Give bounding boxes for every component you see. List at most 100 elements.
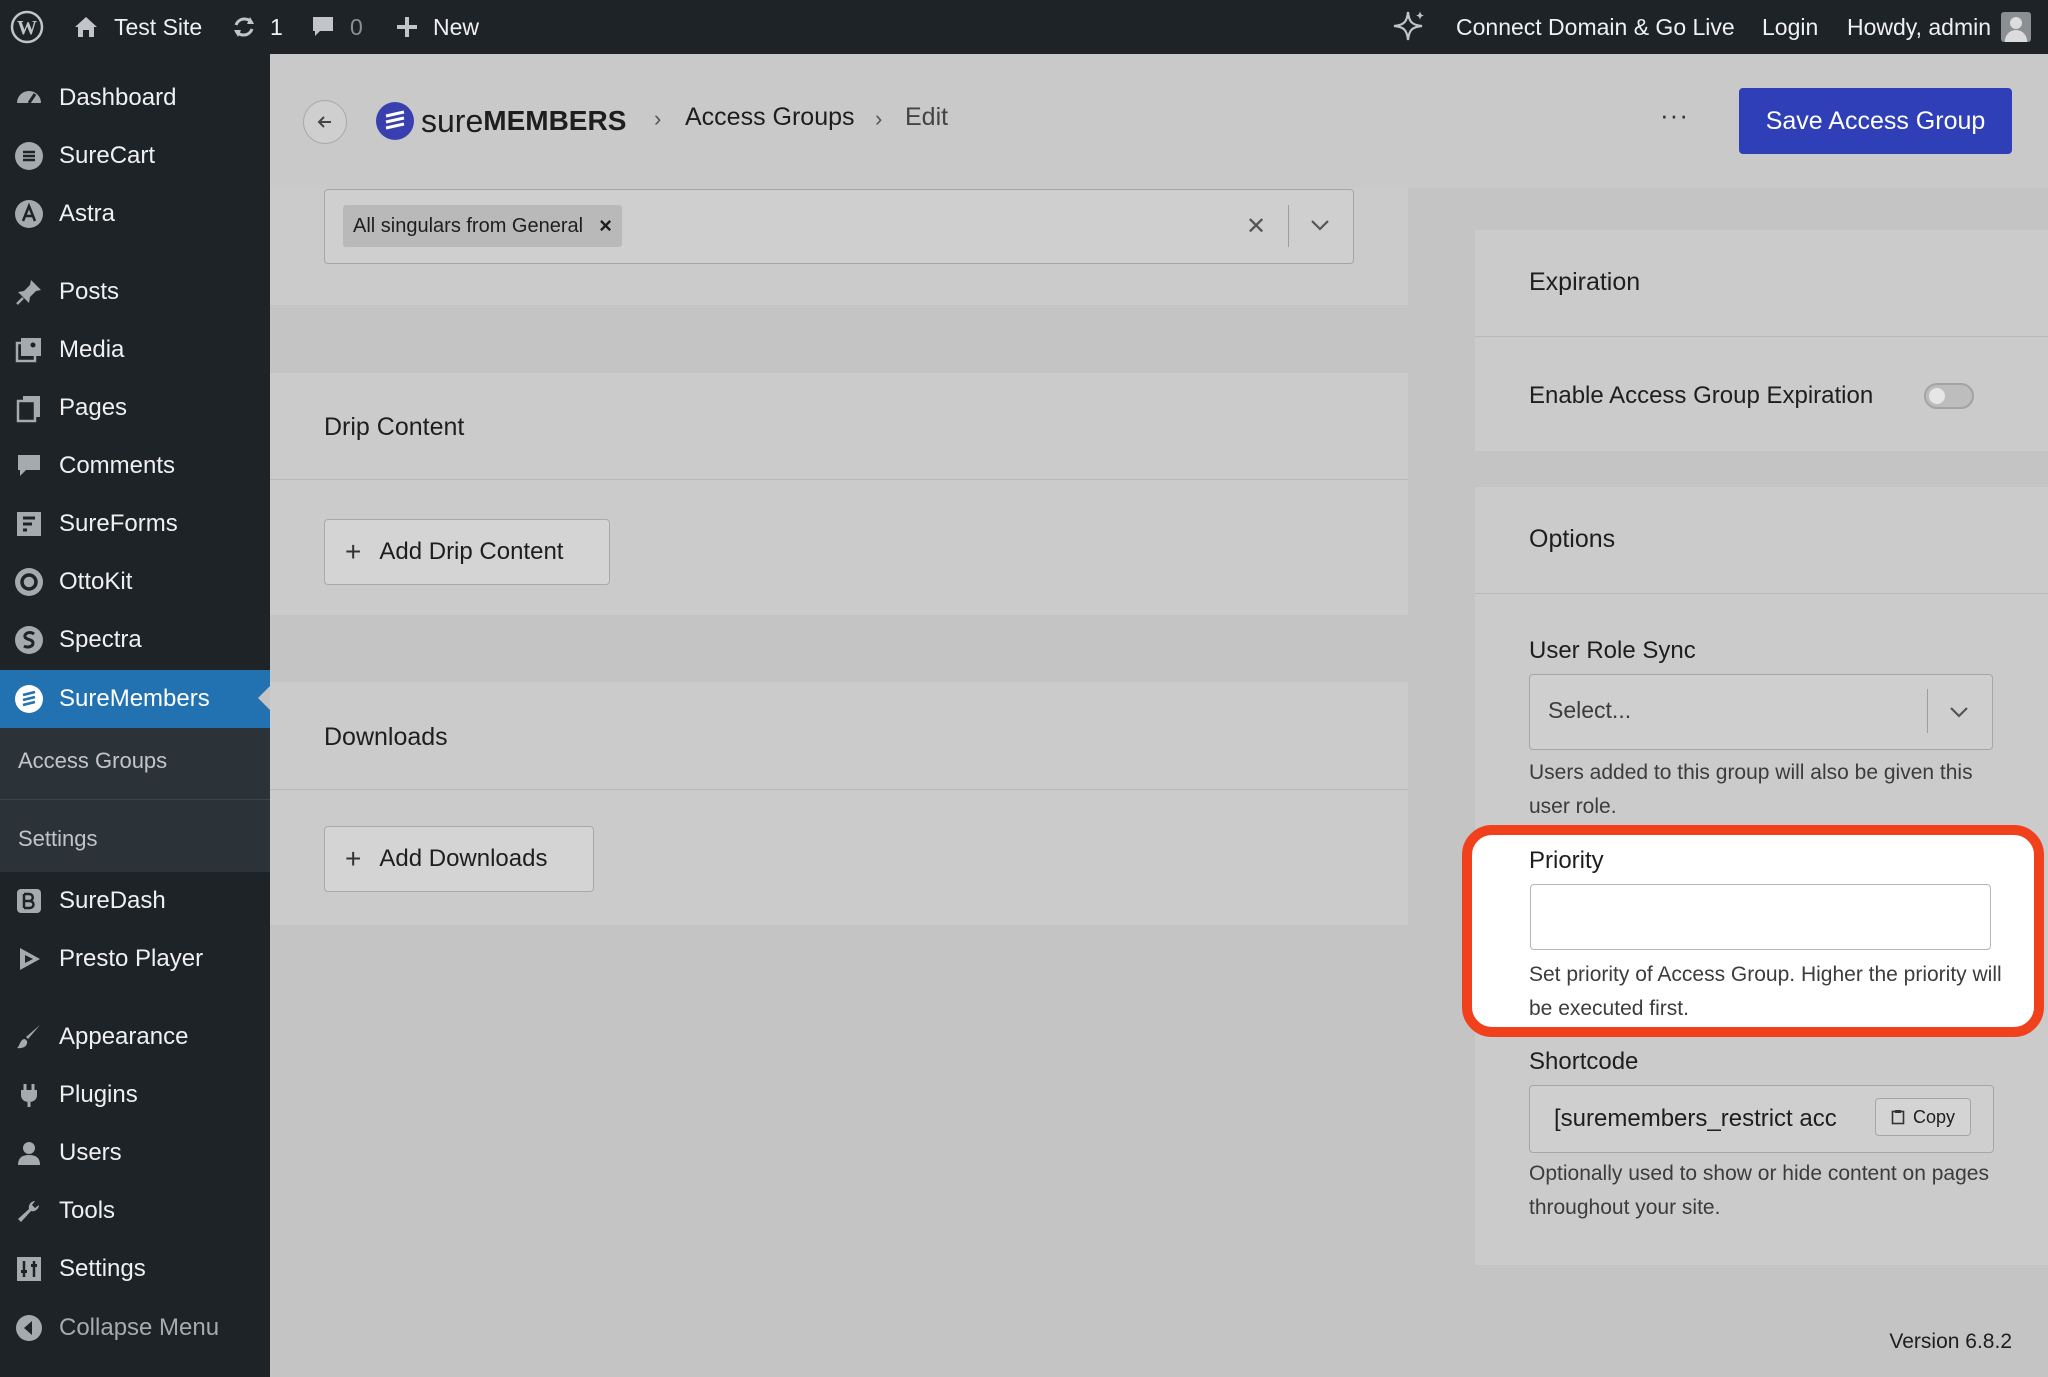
selected-rule-label: All singulars from General [353, 214, 584, 237]
toggle-knob [1929, 388, 1945, 404]
divider [270, 479, 1408, 480]
user-role-sync-help: Users added to this group will also be g… [1529, 761, 1973, 818]
divider [1475, 336, 2048, 337]
surecart-icon [12, 139, 46, 173]
brush-icon [12, 1020, 46, 1054]
priority-input[interactable] [1530, 884, 1991, 950]
sidebar-item-presto-player[interactable]: Presto Player [0, 931, 270, 987]
sidebar-item-label: Tools [59, 1197, 116, 1224]
comment-icon [12, 449, 46, 483]
more-options-button[interactable]: ··· [1660, 100, 1689, 131]
new-content-link[interactable]: New [395, 0, 479, 54]
astra-icon [12, 197, 46, 231]
sidebar-item-label: Plugins [59, 1081, 138, 1108]
options-title: Options [1529, 525, 1616, 553]
sidebar-item-plugins[interactable]: Plugins [0, 1067, 270, 1123]
sidebar-item-ottokit[interactable]: OttoKit [0, 554, 270, 610]
account-menu[interactable]: Howdy, admin [1847, 0, 2032, 54]
sureforms-icon [12, 507, 46, 541]
suremembers-icon [12, 682, 46, 716]
logo-text-bold: MEMBERS [483, 105, 627, 136]
updates-link[interactable]: 1 [230, 0, 283, 54]
login-link[interactable]: Login [1762, 0, 1818, 54]
sidebar-item-media[interactable]: Media [0, 322, 270, 378]
refresh-icon [234, 17, 254, 37]
copy-shortcode-button[interactable]: Copy [1875, 1098, 1971, 1136]
sidebar-item-label: SureMembers [59, 685, 210, 712]
updates-count: 1 [270, 13, 283, 40]
divider [1475, 593, 2048, 594]
role-sync-placeholder: Select... [1548, 697, 1632, 723]
new-label: New [433, 13, 480, 40]
sidebar-item-users[interactable]: Users [0, 1125, 270, 1181]
sidebar-item-dashboard[interactable]: Dashboard [0, 70, 270, 126]
sidebar-item-label: Astra [59, 200, 116, 227]
sidebar-item-settings[interactable]: Settings [0, 1241, 270, 1297]
sidebar-item-label: Posts [59, 278, 120, 305]
collapse-menu-button[interactable]: Collapse Menu [0, 1300, 270, 1356]
sidebar-item-spectra[interactable]: Spectra [0, 612, 270, 668]
chevron-right-icon: › [875, 106, 883, 131]
expiration-card [1475, 230, 2048, 451]
collapse-icon [12, 1311, 46, 1345]
add-downloads-button[interactable]: + Add Downloads [324, 826, 594, 892]
submenu-access-groups[interactable]: Access Groups [18, 748, 167, 774]
sidebar-item-suredash[interactable]: SureDash [0, 873, 270, 929]
sidebar-item-surecart[interactable]: SureCart [0, 128, 270, 184]
sparkle-icon[interactable] [1390, 0, 1428, 54]
priority-help: Set priority of Access Group. Higher the… [1529, 963, 2002, 1020]
svg-text:W: W [17, 17, 37, 39]
chevron-right-icon: › [654, 106, 662, 131]
dashboard-icon [12, 81, 46, 115]
add-drip-content-label: Add Drip Content [379, 538, 564, 565]
sidebar-item-label: Spectra [59, 626, 142, 653]
admin-bar: W Test Site 1 0 New Connect Domain & Go … [0, 0, 2048, 54]
expiration-toggle[interactable] [1924, 383, 1974, 409]
howdy-label: Howdy, admin [1847, 13, 1992, 40]
breadcrumb-edit: Edit [905, 103, 949, 131]
sidebar-item-sureforms[interactable]: SureForms [0, 496, 270, 552]
sidebar-item-comments[interactable]: Comments [0, 438, 270, 494]
home-icon [75, 17, 97, 37]
downloads-title: Downloads [324, 723, 448, 751]
pages-icon [12, 391, 46, 425]
wordpress-version: Version 6.8.2 [1889, 1330, 2012, 1353]
add-drip-content-button[interactable]: + Add Drip Content [324, 519, 610, 585]
ottokit-icon [12, 565, 46, 599]
sidebar-item-label: Settings [59, 1255, 146, 1282]
sidebar-item-label: Media [59, 336, 125, 363]
logo-text-light: sure [421, 102, 484, 139]
sidebar-item-label: Collapse Menu [59, 1314, 220, 1341]
arrow-left-icon [317, 116, 331, 128]
connect-domain-link[interactable]: Connect Domain & Go Live [1456, 0, 1735, 54]
suremembers-logo: sure MEMBERS [375, 100, 626, 142]
sidebar-item-tools[interactable]: Tools [0, 1183, 270, 1239]
select-divider [1288, 205, 1289, 247]
back-button[interactable] [303, 100, 347, 144]
settings-sliders-icon [12, 1252, 46, 1286]
comments-link[interactable]: 0 [310, 0, 363, 54]
user-role-sync-select[interactable]: Select... [1529, 674, 1993, 750]
wordpress-logo-icon[interactable]: W [10, 0, 44, 54]
save-access-group-button[interactable]: Save Access Group [1739, 88, 2012, 154]
selected-rule-tag: All singulars from General × [343, 205, 622, 247]
breadcrumb-access-groups[interactable]: Access Groups [685, 103, 855, 132]
sidebar-item-appearance[interactable]: Appearance [0, 1009, 270, 1065]
sidebar-item-label: Appearance [59, 1023, 189, 1050]
sidebar-item-posts[interactable]: Posts [0, 264, 270, 320]
submenu-settings[interactable]: Settings [18, 826, 98, 852]
clear-selection-icon[interactable]: ✕ [1246, 212, 1266, 241]
shortcode-help: Optionally used to show or hide content … [1529, 1162, 1989, 1219]
site-home-link[interactable]: Test Site [72, 0, 202, 54]
sidebar-item-astra[interactable]: Astra [0, 186, 270, 242]
shortcode-label: Shortcode [1529, 1048, 1639, 1075]
sidebar-item-suremembers[interactable]: SureMembers [0, 670, 270, 728]
plus-icon: + [345, 843, 362, 874]
wrench-icon [12, 1194, 46, 1228]
divider [270, 789, 1408, 790]
suremembers-submenu: Access Groups Settings [0, 728, 270, 872]
site-name: Test Site [114, 13, 203, 40]
chevron-down-icon[interactable] [1309, 218, 1331, 232]
sidebar-item-pages[interactable]: Pages [0, 380, 270, 436]
tag-remove-icon[interactable]: × [599, 213, 612, 239]
